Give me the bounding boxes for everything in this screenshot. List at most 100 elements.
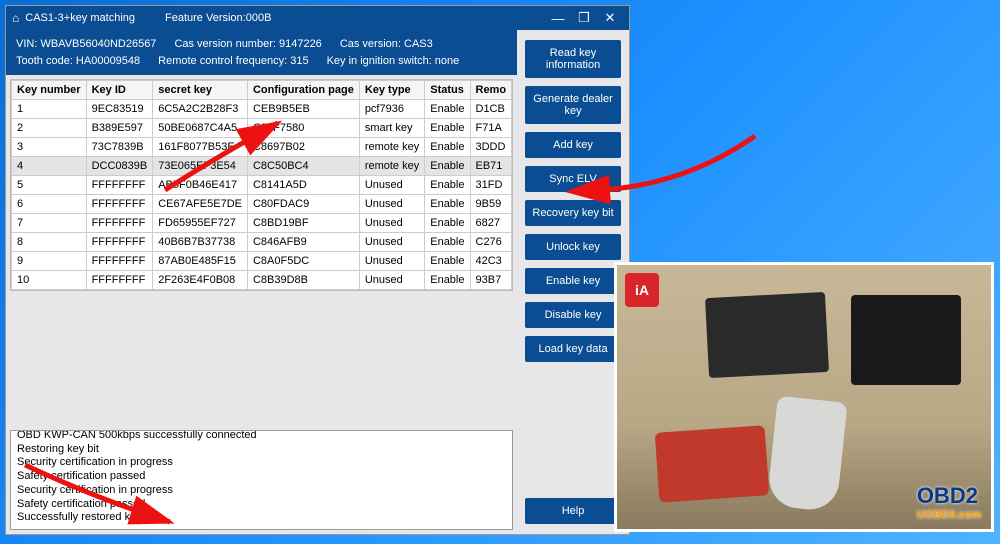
cas-version: Cas version: CAS3	[340, 36, 433, 53]
minimize-button[interactable]: —	[545, 11, 571, 26]
cell: Enable	[425, 100, 470, 119]
column-header[interactable]: Remo	[470, 81, 512, 100]
cell: pcf7936	[359, 100, 424, 119]
enable-key-button[interactable]: Enable key	[525, 268, 621, 294]
table-row[interactable]: 7FFFFFFFFFD65955EF727C8BD19BFUnusedEnabl…	[12, 214, 512, 233]
log-line: Security certification in progress	[17, 484, 506, 498]
table-row[interactable]: 2B389E59750BE0687C4A5C85F7580smart keyEn…	[12, 119, 512, 138]
cell: C8A0F5DC	[247, 252, 359, 271]
cell: C8697B02	[247, 138, 359, 157]
log-line: Restoring key bit	[17, 443, 506, 457]
load-key-data-button[interactable]: Load key data	[525, 336, 621, 362]
cell: C276	[470, 233, 512, 252]
cell: 31FD	[470, 176, 512, 195]
unlock-key-button[interactable]: Unlock key	[525, 234, 621, 260]
cell: 10	[12, 271, 87, 290]
cell: Unused	[359, 176, 424, 195]
cell: F71A	[470, 119, 512, 138]
cell: 87AB0E485F15	[153, 252, 248, 271]
cell: CEB9B5EB	[247, 100, 359, 119]
cell: 2F263E4F0B08	[153, 271, 248, 290]
cell: 8	[12, 233, 87, 252]
close-button[interactable]: ✕	[597, 10, 623, 26]
generate-dealer-key-button[interactable]: Generate dealer key	[525, 86, 621, 124]
cell: 73E065EF3E54	[153, 157, 248, 176]
cell: 7	[12, 214, 87, 233]
table-row[interactable]: 5FFFFFFFFAB5F0B46E417C8141A5DUnusedEnabl…	[12, 176, 512, 195]
cell: 9EC83519	[86, 100, 153, 119]
hardware-photo: iA OBD2 UOBDII.com	[614, 262, 994, 532]
log-line: Security certification in progress	[17, 456, 506, 470]
cell: C8BD19BF	[247, 214, 359, 233]
help-button[interactable]: Help	[525, 498, 621, 524]
info-block: VIN: WBAVB56040ND26567 Cas version numbe…	[6, 30, 517, 75]
column-header[interactable]: Status	[425, 81, 470, 100]
cell: C8C50BC4	[247, 157, 359, 176]
maximize-button[interactable]: ❐	[571, 10, 597, 26]
cell: 2	[12, 119, 87, 138]
log-line: Successfully restored key bit	[17, 511, 506, 525]
cell: smart key	[359, 119, 424, 138]
cell: 6	[12, 195, 87, 214]
cell: C8B39D8B	[247, 271, 359, 290]
log-line: Safety certification passed	[17, 470, 506, 484]
cell: 5	[12, 176, 87, 195]
cell: Unused	[359, 195, 424, 214]
cas-version-number: Cas version number: 9147226	[174, 36, 321, 53]
table-row[interactable]: 8FFFFFFFF40B6B7B37738C846AFB9UnusedEnabl…	[12, 233, 512, 252]
remote-frequency: Remote control frequency: 315	[158, 53, 308, 70]
feature-version: Feature Version:000B	[165, 12, 271, 24]
cell: Unused	[359, 214, 424, 233]
cell: FFFFFFFF	[86, 195, 153, 214]
cell: 40B6B7B37738	[153, 233, 248, 252]
column-header[interactable]: secret key	[153, 81, 248, 100]
cell: 4	[12, 157, 87, 176]
cell: 3DDD	[470, 138, 512, 157]
table-row[interactable]: 19EC835196C5A2C2B28F3CEB9B5EBpcf7936Enab…	[12, 100, 512, 119]
table-row[interactable]: 10FFFFFFFF2F263E4F0B08C8B39D8BUnusedEnab…	[12, 271, 512, 290]
disable-key-button[interactable]: Disable key	[525, 302, 621, 328]
column-header[interactable]: Key ID	[86, 81, 153, 100]
cell: C85F7580	[247, 119, 359, 138]
window-title: CAS1-3+key matching	[25, 12, 135, 24]
cell: Enable	[425, 119, 470, 138]
column-header[interactable]: Configuration page	[247, 81, 359, 100]
cell: remote key	[359, 157, 424, 176]
cell: 73C7839B	[86, 138, 153, 157]
table-row[interactable]: 4DCC0839B73E065EF3E54C8C50BC4remote keyE…	[12, 157, 512, 176]
recovery-key-bit-button[interactable]: Recovery key bit	[525, 200, 621, 226]
cell: remote key	[359, 138, 424, 157]
table-row[interactable]: 9FFFFFFFF87AB0E485F15C8A0F5DCUnusedEnabl…	[12, 252, 512, 271]
cell: 6C5A2C2B28F3	[153, 100, 248, 119]
cell: 6827	[470, 214, 512, 233]
app-window: ⌂ CAS1-3+key matching Feature Version:00…	[5, 5, 630, 535]
log-line: Safety certification passed	[17, 498, 506, 512]
add-key-button[interactable]: Add key	[525, 132, 621, 158]
table-row[interactable]: 373C7839B161F8077B53EC8697B02remote keyE…	[12, 138, 512, 157]
table-row[interactable]: 6FFFFFFFFCE67AFE5E7DEC80FDAC9UnusedEnabl…	[12, 195, 512, 214]
cell: FFFFFFFF	[86, 271, 153, 290]
left-pane: VIN: WBAVB56040ND26567 Cas version numbe…	[6, 30, 517, 534]
cell: FFFFFFFF	[86, 252, 153, 271]
cell: EB71	[470, 157, 512, 176]
cell: Unused	[359, 271, 424, 290]
cell: 93B7	[470, 271, 512, 290]
read-key-button[interactable]: Read key information	[525, 40, 621, 78]
column-header[interactable]: Key type	[359, 81, 424, 100]
cell: D1CB	[470, 100, 512, 119]
cell: Enable	[425, 138, 470, 157]
cell: FFFFFFFF	[86, 233, 153, 252]
sync-elv-button[interactable]: Sync ELV	[525, 166, 621, 192]
cell: C846AFB9	[247, 233, 359, 252]
cell: 42C3	[470, 252, 512, 271]
cell: 161F8077B53E	[153, 138, 248, 157]
home-icon[interactable]: ⌂	[12, 11, 19, 25]
cell: 9	[12, 252, 87, 271]
cell: 9B59	[470, 195, 512, 214]
key-table[interactable]: Key numberKey IDsecret keyConfiguration …	[10, 79, 513, 291]
log-output[interactable]: OBD is connectingOBD KWP-CAN 500kbps suc…	[10, 430, 513, 530]
cell: FFFFFFFF	[86, 214, 153, 233]
cell: 50BE0687C4A5	[153, 119, 248, 138]
column-header[interactable]: Key number	[12, 81, 87, 100]
cell: Enable	[425, 157, 470, 176]
